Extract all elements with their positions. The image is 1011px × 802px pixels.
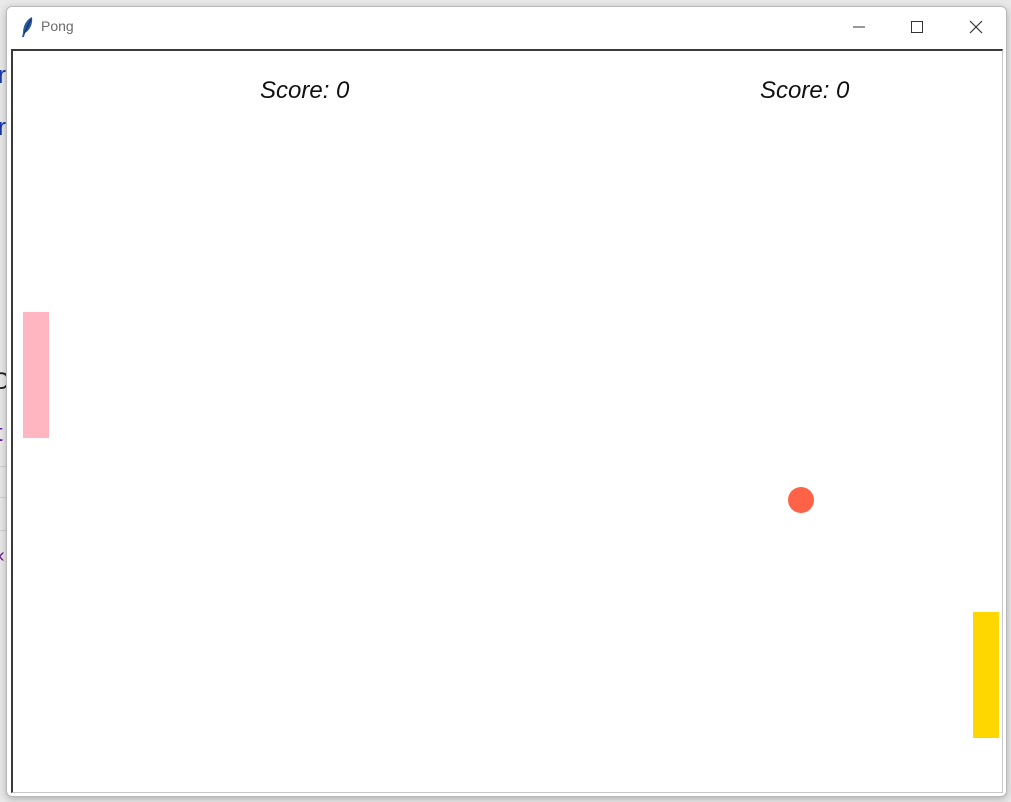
- minimize-icon: [853, 21, 865, 33]
- title-bar[interactable]: Pong: [7, 7, 1006, 47]
- maximize-button[interactable]: [888, 7, 946, 47]
- ball: [788, 487, 814, 513]
- right-paddle: [973, 612, 999, 738]
- left-score: Score: 0: [260, 77, 350, 104]
- feather-icon: [19, 16, 35, 38]
- close-button[interactable]: [947, 7, 1005, 47]
- background-text-fragment: ‹: [0, 545, 5, 568]
- window-title: Pong: [41, 18, 74, 34]
- minimize-button[interactable]: [830, 7, 888, 47]
- maximize-icon: [911, 21, 923, 33]
- close-icon: [969, 20, 983, 34]
- pong-window: Pong Score: 0 Score: 0: [6, 6, 1007, 797]
- game-canvas[interactable]: Score: 0 Score: 0: [11, 49, 1003, 793]
- background-text-fragment: t: [0, 420, 3, 448]
- left-paddle: [23, 312, 49, 438]
- right-score: Score: 0: [760, 77, 850, 104]
